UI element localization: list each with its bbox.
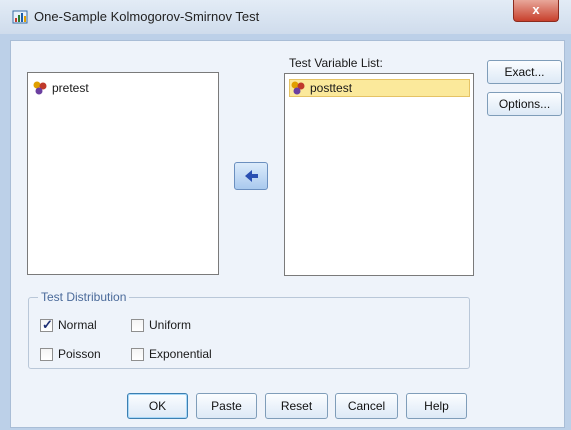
normal-checkbox[interactable]: ✓	[40, 316, 53, 332]
list-item[interactable]: pretest	[32, 79, 93, 97]
dialog-window: One-Sample Kolmogorov-Smirnov Test x pre…	[0, 0, 571, 430]
close-button[interactable]: x	[513, 0, 559, 22]
normal-label: Normal	[58, 318, 97, 332]
exact-button[interactable]: Exact...	[487, 60, 562, 84]
test-distribution-legend: Test Distribution	[38, 290, 130, 304]
variable-label: posttest	[310, 81, 353, 95]
test-variable-list[interactable]: posttest	[284, 73, 474, 276]
test-variable-list-label: Test Variable List:	[289, 56, 383, 70]
exponential-checkbox-row[interactable]: Exponential	[131, 347, 212, 361]
arrow-left-icon	[245, 170, 258, 182]
uniform-checkbox[interactable]	[131, 318, 144, 332]
move-variable-button[interactable]	[234, 162, 268, 190]
paste-button[interactable]: Paste	[196, 393, 257, 419]
variable-label: pretest	[52, 81, 89, 95]
list-item-selected[interactable]: posttest	[289, 79, 470, 97]
title-bar[interactable]: One-Sample Kolmogorov-Smirnov Test x	[0, 0, 571, 34]
spss-app-icon	[12, 10, 28, 24]
uniform-checkbox-row[interactable]: Uniform	[131, 318, 191, 332]
poisson-label: Poisson	[58, 347, 101, 361]
options-button[interactable]: Options...	[487, 92, 562, 116]
exponential-label: Exponential	[149, 347, 212, 361]
window-title: One-Sample Kolmogorov-Smirnov Test	[34, 9, 260, 24]
checkmark-icon: ✓	[42, 316, 53, 332]
cancel-button[interactable]: Cancel	[335, 393, 398, 419]
reset-button[interactable]: Reset	[265, 393, 328, 419]
ok-button[interactable]: OK	[127, 393, 188, 419]
source-variable-list[interactable]: pretest	[27, 72, 219, 275]
help-button[interactable]: Help	[406, 393, 467, 419]
poisson-checkbox[interactable]	[40, 347, 53, 361]
uniform-label: Uniform	[149, 318, 192, 332]
exponential-checkbox[interactable]	[131, 347, 144, 361]
scale-variable-icon	[33, 81, 47, 95]
poisson-checkbox-row[interactable]: Poisson	[40, 347, 101, 361]
normal-checkbox-row[interactable]: ✓ Normal	[40, 316, 97, 332]
scale-variable-icon	[291, 81, 305, 95]
